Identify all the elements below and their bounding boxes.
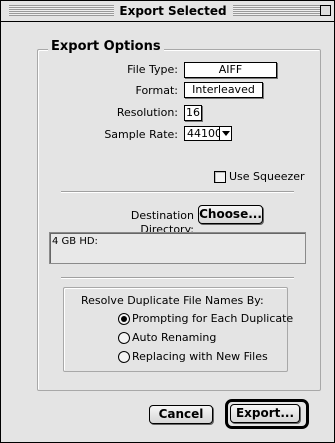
radio-replacing-label[interactable]: Replacing with New Files [132, 350, 268, 364]
title-bar[interactable]: Export Selected [1, 1, 334, 22]
resolution-label: Resolution: [116, 106, 178, 119]
format-label: Format: [135, 84, 178, 97]
separator-bottom [61, 277, 294, 279]
radio-replacing[interactable] [118, 351, 130, 363]
destination-path-box: 4 GB HD: [49, 232, 306, 264]
radio-auto-renaming[interactable] [118, 332, 130, 344]
use-squeezer-checkbox[interactable] [214, 171, 226, 183]
cancel-button[interactable]: Cancel [149, 405, 213, 424]
resolution-field[interactable]: 16 [184, 105, 202, 121]
file-type-field[interactable]: AIFF [184, 62, 277, 78]
resolve-duplicates-label: Resolve Duplicate File Names By: [81, 294, 264, 307]
export-button[interactable]: Export... [230, 404, 300, 423]
sample-rate-popup[interactable]: 44100 [184, 126, 232, 141]
export-selected-dialog: Export Selected Export Options File Type… [0, 0, 335, 443]
title-bar-stripes-right [233, 5, 321, 16]
title-bar-stripes-left [9, 5, 114, 16]
popup-arrow-icon [219, 127, 231, 140]
radio-auto-renaming-label[interactable]: Auto Renaming [132, 331, 216, 345]
sample-rate-label: Sample Rate: [104, 128, 178, 141]
separator-top [61, 191, 294, 193]
zoom-box-icon[interactable] [320, 5, 331, 16]
export-options-title: Export Options [48, 39, 164, 55]
window-title: Export Selected [117, 3, 229, 19]
radio-prompting-label[interactable]: Prompting for Each Duplicate [132, 312, 293, 326]
format-field[interactable]: Interleaved [184, 82, 263, 98]
file-type-label: File Type: [127, 63, 178, 76]
radio-prompting[interactable] [118, 313, 130, 325]
destination-path: 4 GB HD: [52, 236, 98, 247]
use-squeezer-label[interactable]: Use Squeezer [229, 170, 305, 184]
sample-rate-value: 44100 [187, 127, 222, 140]
choose-button[interactable]: Choose... [198, 205, 263, 224]
